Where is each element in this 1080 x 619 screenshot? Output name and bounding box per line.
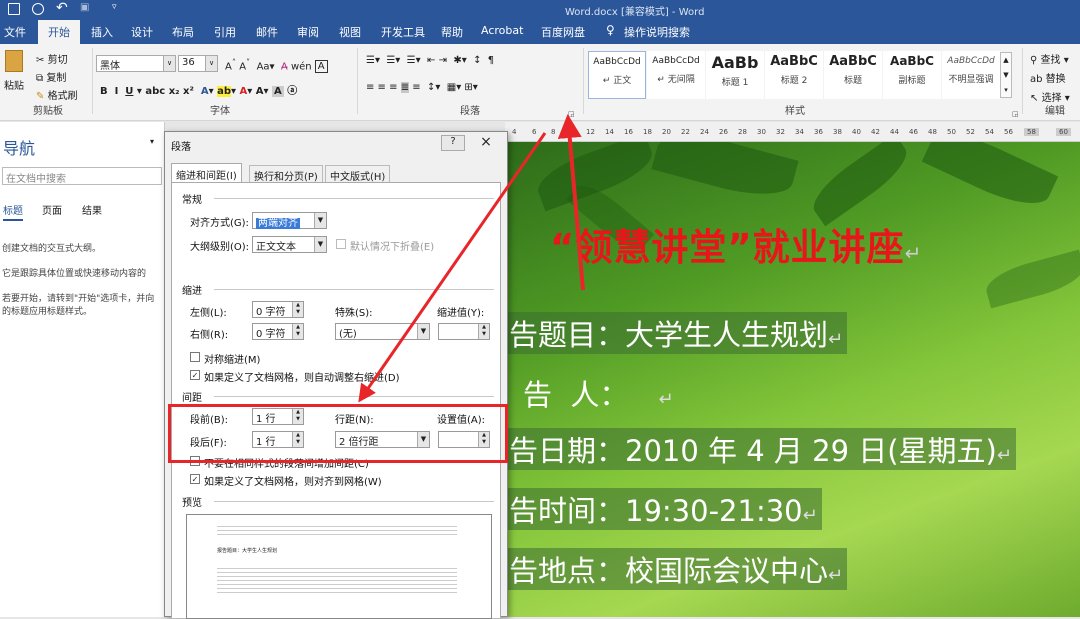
arrow-to-dialog-launcher	[557, 114, 585, 291]
arrow-to-spacing-box	[358, 132, 547, 403]
annotation-arrows	[358, 114, 585, 403]
